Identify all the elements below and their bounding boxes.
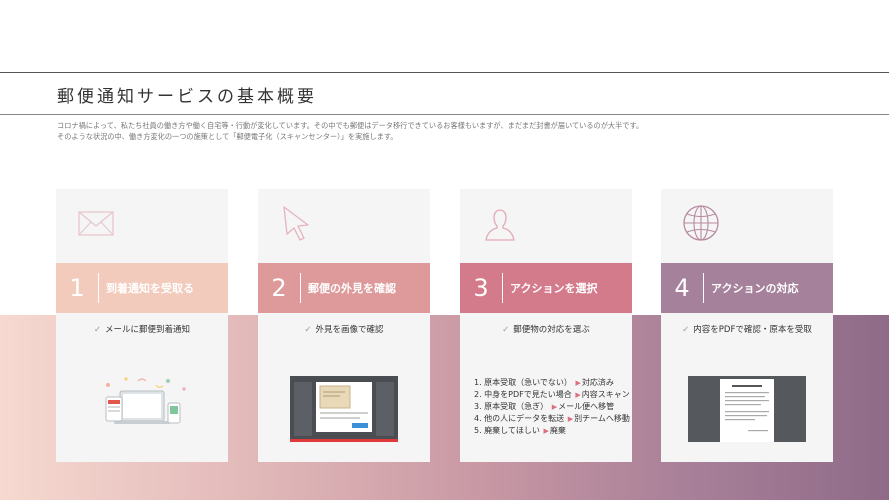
step-number: 4 (674, 274, 690, 302)
cursor-icon (283, 206, 309, 241)
action-steps-list: 1. 原本受取（急いでない） ▶対応済み 2. 中身をPDFで見たい場合 ▶内容… (474, 377, 630, 437)
arrow-right-icon: ▶ (575, 391, 581, 399)
intro-text: コロナ禍によって、私たち社員の働き方や働く自宅等・行動が変化しています。その中で… (57, 121, 643, 142)
icon-area (460, 189, 632, 263)
icon-area (258, 189, 430, 263)
page-title: 郵便通知サービスの基本概要 (57, 87, 317, 107)
step-target: 内容スキャン (581, 390, 630, 399)
step-label: アクションの対応 (711, 282, 799, 295)
step-target: 別チームへ移動 (574, 414, 630, 423)
action-step: 5. 廃棄してほしい ▶廃棄 (474, 425, 630, 437)
intro-line: コロナ禍によって、私たち社員の働き方や働く自宅等・行動が変化しています。その中で… (57, 121, 644, 130)
step-text: 3. 原本受取（急ぎ） (474, 402, 549, 411)
action-step: 3. 原本受取（急ぎ） ▶メール便へ移管 (474, 401, 630, 413)
person-icon (485, 209, 515, 241)
step-number: 3 (473, 274, 489, 302)
step-label: アクションを選択 (510, 282, 598, 295)
icon-area (56, 189, 228, 263)
arrow-right-icon: ▶ (575, 379, 581, 387)
step-check: ✓ 外見を画像で確認 (258, 323, 430, 335)
check-text: 内容をPDFで確認・原本を受取 (693, 325, 812, 335)
globe-icon (683, 205, 719, 241)
step-target: 対応済み (581, 378, 614, 387)
step-card-4: 4 アクションの対応 ✓ 内容をPDFで確認・原本を受取 (661, 189, 833, 462)
arrow-right-icon: ▶ (551, 403, 558, 411)
step-number: 1 (69, 274, 85, 302)
step-card-1: 1 到着通知を受取る ✓ メールに郵便到着通知 (56, 189, 228, 462)
step-header: 1 到着通知を受取る (56, 263, 228, 313)
step-target: 廃棄 (549, 426, 566, 435)
check-icon: ✓ (682, 325, 690, 335)
step-check: ✓ 内容をPDFで確認・原本を受取 (661, 323, 833, 335)
step-header: 3 アクションを選択 (460, 263, 632, 313)
step-divider (502, 273, 503, 303)
step-label: 郵便の外見を確認 (308, 282, 396, 295)
icon-area (661, 189, 833, 263)
step-text: 1. 原本受取（急いでない） (474, 378, 572, 387)
step-header: 4 アクションの対応 (661, 263, 833, 313)
check-icon: ✓ (502, 325, 510, 335)
step-check: ✓ メールに郵便到着通知 (56, 323, 228, 335)
devices-illustration (105, 377, 186, 424)
action-step: 4. 他の人にデータを転送 ▶別チームへ移動 (474, 413, 630, 425)
step-divider (703, 273, 704, 303)
title-rule (0, 114, 889, 115)
step-header: 2 郵便の外見を確認 (258, 263, 430, 313)
step-card-2: 2 郵便の外見を確認 ✓ 外見を画像で確認 (258, 189, 430, 462)
top-rule (0, 72, 889, 73)
check-icon: ✓ (93, 325, 102, 335)
step-check: ✓ 郵便物の対応を選ぶ (460, 323, 632, 335)
check-text: メールに郵便到着通知 (105, 325, 191, 335)
envelope-screenshot (290, 376, 398, 442)
step-divider (98, 273, 99, 303)
step-target: メール便へ移管 (558, 402, 615, 411)
action-step: 2. 中身をPDFで見たい場合 ▶内容スキャン (474, 389, 630, 401)
step-text: 5. 廃棄してほしい (474, 426, 540, 435)
envelope-icon (78, 211, 114, 236)
step-number: 2 (271, 274, 287, 302)
action-step: 1. 原本受取（急いでない） ▶対応済み (474, 377, 630, 389)
step-label: 到着通知を受取る (106, 282, 194, 295)
step-divider (300, 273, 301, 303)
pdf-screenshot (688, 376, 806, 442)
intro-line: そのような状況の中、働き方変化の一つの施策として「郵便電子化（スキャンセンター）… (57, 131, 398, 141)
step-text: 2. 中身をPDFで見たい場合 (474, 390, 572, 399)
check-text: 郵便物の対応を選ぶ (513, 325, 590, 335)
check-text: 外見を画像で確認 (315, 325, 384, 335)
arrow-right-icon: ▶ (543, 427, 549, 435)
step-card-3: 3 アクションを選択 ✓ 郵便物の対応を選ぶ 1. 原本受取（急いでない） ▶対応… (460, 189, 632, 462)
check-icon: ✓ (304, 325, 312, 335)
arrow-right-icon: ▶ (567, 415, 574, 423)
step-text: 4. 他の人にデータを転送 (474, 414, 565, 423)
